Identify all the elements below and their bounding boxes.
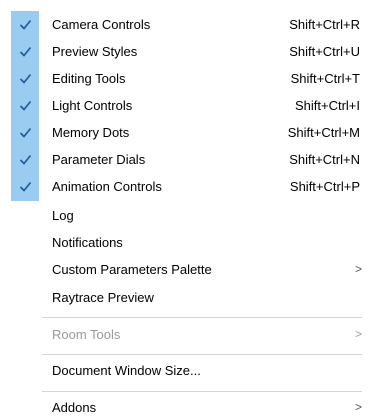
menu-item-label: Addons (52, 400, 97, 415)
checkmark-icon (11, 119, 39, 146)
menu-item-light-controls[interactable]: Light Controls Shift+Ctrl+I (0, 92, 372, 119)
menu-item-label: Notifications (52, 235, 123, 250)
chevron-right-icon: > (354, 327, 362, 341)
menu-item-animation-controls[interactable]: Animation Controls Shift+Ctrl+P (0, 173, 372, 200)
menu-item-room-tools: Room Tools > (0, 321, 372, 348)
chevron-right-icon: > (354, 262, 362, 276)
view-menu: Camera Controls Shift+Ctrl+R Preview Sty… (0, 0, 372, 419)
menu-item-label: Preview Styles (52, 44, 138, 59)
menu-item-camera-controls[interactable]: Camera Controls Shift+Ctrl+R (0, 11, 372, 38)
menu-item-custom-parameters-palette[interactable]: Custom Parameters Palette > (0, 256, 372, 283)
menu-item-notifications[interactable]: Notifications (0, 229, 372, 256)
menu-separator (42, 391, 362, 392)
menu-item-label: Log (52, 208, 74, 223)
menu-item-label: Animation Controls (52, 179, 162, 194)
menu-item-shortcut: Shift+Ctrl+T (290, 71, 360, 86)
menu-item-label: Document Window Size... (52, 363, 201, 378)
checkmark-icon (11, 11, 39, 38)
menu-item-shortcut: Shift+Ctrl+I (294, 98, 360, 113)
menu-item-label: Camera Controls (52, 17, 151, 32)
menu-separator (42, 354, 362, 355)
menu-item-addons[interactable]: Addons > (0, 394, 372, 419)
menu-item-editing-tools[interactable]: Editing Tools Shift+Ctrl+T (0, 65, 372, 92)
menu-item-label: Room Tools (52, 327, 121, 342)
checkmark-icon (11, 65, 39, 92)
menu-item-label: Memory Dots (52, 125, 130, 140)
menu-item-raytrace-preview[interactable]: Raytrace Preview (0, 284, 372, 311)
menu-item-label: Parameter Dials (52, 152, 146, 167)
menu-item-preview-styles[interactable]: Preview Styles Shift+Ctrl+U (0, 38, 372, 65)
checkmark-icon (11, 173, 39, 200)
checkmark-icon (11, 38, 39, 65)
menu-item-label: Raytrace Preview (52, 290, 154, 305)
menu-item-memory-dots[interactable]: Memory Dots Shift+Ctrl+M (0, 119, 372, 146)
menu-item-document-window-size[interactable]: Document Window Size... (0, 357, 372, 384)
menu-item-shortcut: Shift+Ctrl+M (287, 125, 360, 140)
chevron-right-icon: > (354, 400, 362, 414)
menu-item-shortcut: Shift+Ctrl+U (289, 44, 360, 59)
menu-item-parameter-dials[interactable]: Parameter Dials Shift+Ctrl+N (0, 146, 372, 173)
menu-item-label: Custom Parameters Palette (52, 262, 212, 277)
menu-item-log[interactable]: Log (0, 202, 372, 229)
menu-item-shortcut: Shift+Ctrl+N (289, 152, 360, 167)
menu-item-label: Light Controls (52, 98, 133, 113)
checkmark-icon (11, 92, 39, 119)
checkmark-icon (11, 146, 39, 173)
menu-separator (42, 317, 362, 318)
menu-item-shortcut: Shift+Ctrl+P (289, 179, 360, 194)
menu-item-label: Editing Tools (52, 71, 126, 86)
menu-item-shortcut: Shift+Ctrl+R (289, 17, 360, 32)
